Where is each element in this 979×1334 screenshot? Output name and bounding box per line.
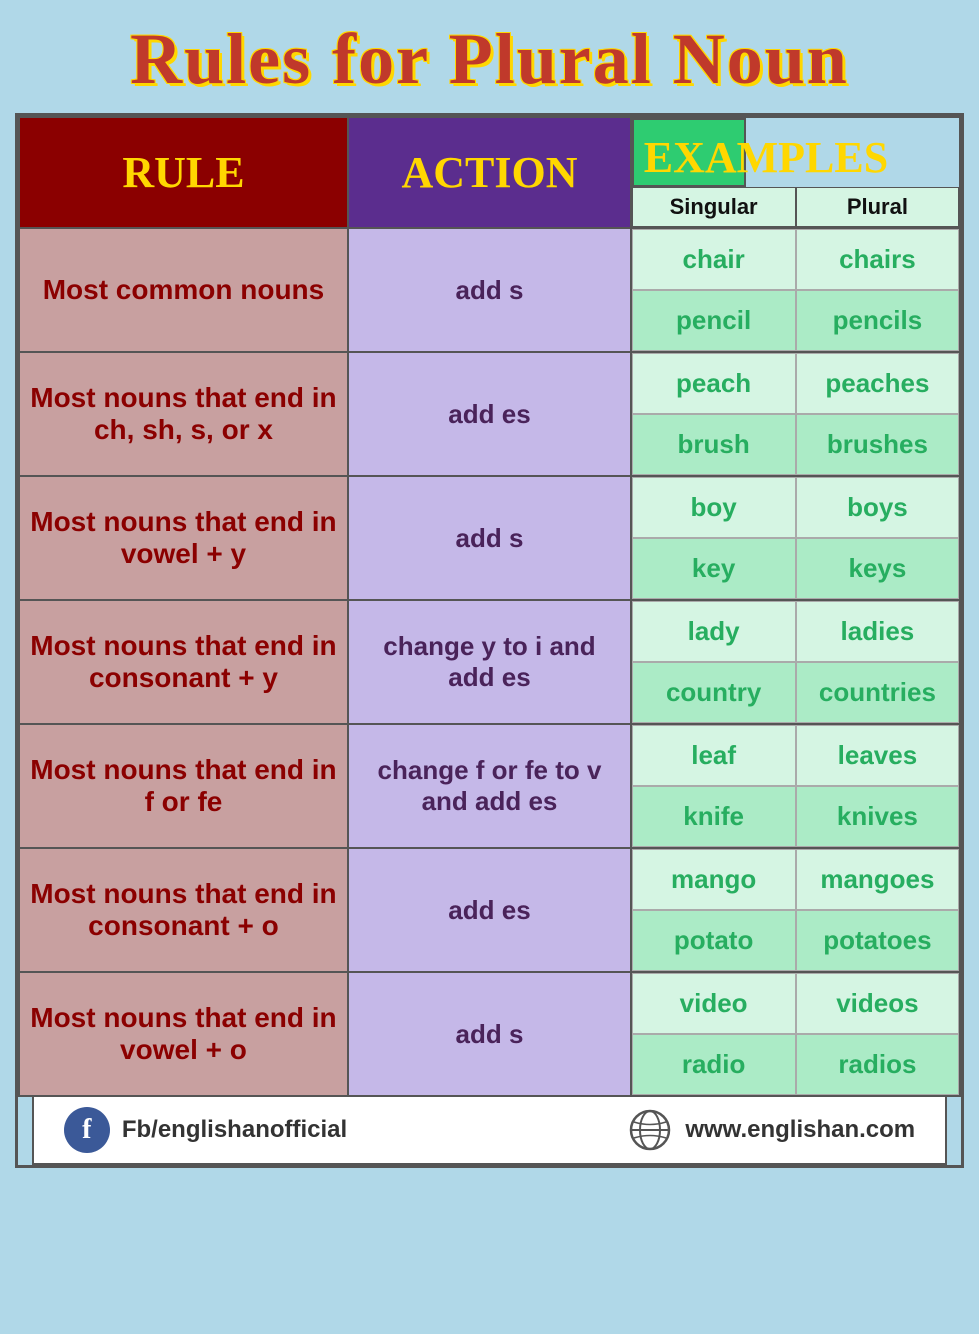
example-singular: key: [632, 538, 796, 599]
action-cell: add s: [348, 228, 630, 352]
page-title: Rules for Plural Noun: [10, 18, 969, 101]
page-header: Rules for Plural Noun: [0, 0, 979, 113]
web-label: www.englishan.com: [685, 1116, 915, 1144]
table-row: Most nouns that end in vowel + yadd sboy…: [19, 476, 961, 600]
example-pair: countrycountries: [632, 662, 960, 723]
example-pair: ladyladies: [632, 601, 960, 662]
footer-fb-section: f Fb/englishanofficial: [64, 1107, 347, 1153]
table-row: Most nouns that end in vowel + oadd svid…: [19, 972, 961, 1096]
example-singular: country: [632, 662, 796, 723]
examples-cell: videovideosradioradios: [631, 972, 961, 1096]
example-singular: leaf: [632, 725, 796, 786]
table-body: Most common nounsadd schairchairspencilp…: [19, 228, 961, 1096]
example-singular: pencil: [632, 290, 796, 351]
example-plural: radios: [796, 1034, 960, 1095]
page-footer: f Fb/englishanofficial www.englishan.com: [32, 1097, 947, 1165]
example-plural: boys: [796, 477, 960, 538]
example-pair: peachpeaches: [632, 353, 960, 414]
example-singular: radio: [632, 1034, 796, 1095]
action-cell: add s: [348, 476, 630, 600]
table-row: Most nouns that end in f or fechange f o…: [19, 724, 961, 848]
example-pair: chairchairs: [632, 229, 960, 290]
action-cell: add s: [348, 972, 630, 1096]
action-cell: add es: [348, 848, 630, 972]
footer-web-section: www.englishan.com: [627, 1107, 915, 1153]
rule-cell: Most nouns that end in consonant + o: [19, 848, 349, 972]
examples-cell: leafleavesknifeknives: [631, 724, 961, 848]
example-plural: knives: [796, 786, 960, 847]
col-plural-label: Plural: [796, 187, 960, 227]
action-cell: add es: [348, 352, 630, 476]
table-row: Most nouns that end in consonant + oadd …: [19, 848, 961, 972]
example-pair: brushbrushes: [632, 414, 960, 475]
examples-cell: mangomangoespotatopotatoes: [631, 848, 961, 972]
example-singular: chair: [632, 229, 796, 290]
rule-cell: Most nouns that end in f or fe: [19, 724, 349, 848]
facebook-icon: f: [64, 1107, 110, 1153]
example-singular: knife: [632, 786, 796, 847]
example-singular: brush: [632, 414, 796, 475]
example-singular: mango: [632, 849, 796, 910]
examples-subheaders: Singular Plural: [632, 187, 960, 227]
example-pair: boyboys: [632, 477, 960, 538]
rule-cell: Most common nouns: [19, 228, 349, 352]
example-pair: potatopotatoes: [632, 910, 960, 971]
rule-cell: Most nouns that end in vowel + o: [19, 972, 349, 1096]
example-singular: video: [632, 973, 796, 1034]
examples-cell: ladyladiescountrycountries: [631, 600, 961, 724]
example-pair: radioradios: [632, 1034, 960, 1095]
col-rule-header: RULE: [19, 117, 349, 228]
example-singular: peach: [632, 353, 796, 414]
example-plural: peaches: [796, 353, 960, 414]
col-action-header: ACTION: [348, 117, 630, 228]
rule-cell: Most nouns that end in consonant + y: [19, 600, 349, 724]
example-pair: pencilpencils: [632, 290, 960, 351]
example-singular: potato: [632, 910, 796, 971]
table-row: Most nouns that end in ch, sh, s, or xad…: [19, 352, 961, 476]
col-singular-label: Singular: [632, 187, 796, 227]
table-header-row: RULE ACTION EXAMPLES Singular Plural: [19, 117, 961, 228]
action-cell: change y to i and add es: [348, 600, 630, 724]
table-row: Most nouns that end in consonant + ychan…: [19, 600, 961, 724]
examples-cell: boyboyskeykeys: [631, 476, 961, 600]
example-plural: videos: [796, 973, 960, 1034]
table-row: Most common nounsadd schairchairspencilp…: [19, 228, 961, 352]
examples-cell: chairchairspencilpencils: [631, 228, 961, 352]
example-plural: potatoes: [796, 910, 960, 971]
example-pair: leafleaves: [632, 725, 960, 786]
example-plural: brushes: [796, 414, 960, 475]
example-plural: leaves: [796, 725, 960, 786]
example-pair: knifeknives: [632, 786, 960, 847]
main-table-container: RULE ACTION EXAMPLES Singular Plural Mos…: [15, 113, 965, 1168]
fb-label: Fb/englishanofficial: [122, 1116, 347, 1144]
example-plural: chairs: [796, 229, 960, 290]
example-pair: videovideos: [632, 973, 960, 1034]
col-examples-header-wrapper: EXAMPLES Singular Plural: [631, 117, 961, 228]
example-plural: pencils: [796, 290, 960, 351]
example-singular: lady: [632, 601, 796, 662]
example-plural: mangoes: [796, 849, 960, 910]
rule-cell: Most nouns that end in ch, sh, s, or x: [19, 352, 349, 476]
rules-table: RULE ACTION EXAMPLES Singular Plural Mos…: [18, 116, 962, 1097]
example-plural: keys: [796, 538, 960, 599]
example-plural: countries: [796, 662, 960, 723]
rule-cell: Most nouns that end in vowel + y: [19, 476, 349, 600]
action-cell: change f or fe to v and add es: [348, 724, 630, 848]
example-pair: mangomangoes: [632, 849, 960, 910]
col-examples-label: EXAMPLES: [632, 118, 747, 187]
example-pair: keykeys: [632, 538, 960, 599]
example-plural: ladies: [796, 601, 960, 662]
example-singular: boy: [632, 477, 796, 538]
globe-icon: [627, 1107, 673, 1153]
examples-cell: peachpeachesbrushbrushes: [631, 352, 961, 476]
